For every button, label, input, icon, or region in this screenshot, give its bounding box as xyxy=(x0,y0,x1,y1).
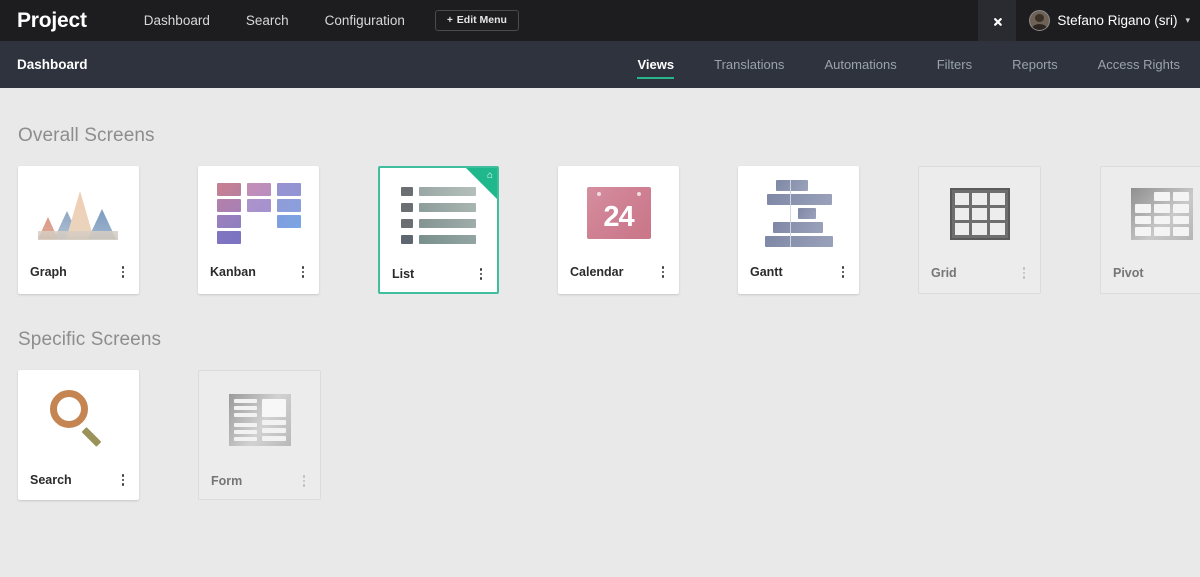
view-card-gantt[interactable]: Gantt xyxy=(738,166,859,294)
edit-menu-label: Edit Menu xyxy=(456,14,507,27)
tab-reports[interactable]: Reports xyxy=(992,41,1078,88)
card-menu-button[interactable] xyxy=(836,263,850,281)
card-footer: Pivot xyxy=(1101,255,1200,291)
card-footer: Grid xyxy=(919,255,1040,291)
grid-icon xyxy=(949,188,1010,240)
sub-navigation-bar: Dashboard Views Translations Automations… xyxy=(0,41,1200,88)
section-title-specific: Specific Screens xyxy=(18,329,162,350)
tab-views[interactable]: Views xyxy=(617,41,694,88)
dashboard-content: Overall Screens Graph Kanban ⌂ List 24 C… xyxy=(0,88,1200,500)
chevron-down-icon: ▾ xyxy=(1185,15,1190,25)
view-card-grid[interactable]: Grid xyxy=(918,166,1041,294)
card-footer: Graph xyxy=(18,254,139,290)
user-name: Stefano Rigano (sri) xyxy=(1057,13,1178,28)
avatar xyxy=(1029,10,1051,31)
card-thumbnail xyxy=(738,166,859,254)
tab-automations[interactable]: Automations xyxy=(804,41,916,88)
specific-screens-card-row: Search Form xyxy=(18,370,1200,500)
overall-screens-card-row: Graph Kanban ⌂ List 24 Calendar Gantt Gr… xyxy=(18,166,1200,294)
tools-icon[interactable] xyxy=(978,0,1017,41)
view-card-calendar[interactable]: 24 Calendar xyxy=(558,166,679,294)
card-thumbnail xyxy=(199,371,320,463)
gantt-icon xyxy=(764,179,834,247)
card-footer: Form xyxy=(199,463,320,499)
card-label: Kanban xyxy=(210,265,256,279)
plus-icon: + xyxy=(446,14,453,26)
list-icon xyxy=(401,186,476,244)
card-label: Pivot xyxy=(1113,266,1144,280)
card-thumbnail: 24 xyxy=(558,166,679,254)
card-footer: Gantt xyxy=(738,254,859,290)
app-brand: Project xyxy=(17,9,87,32)
nav-item-dashboard[interactable]: Dashboard xyxy=(126,0,228,41)
top-bar-right: Stefano Rigano (sri) ▾ xyxy=(978,0,1200,41)
pivot-icon xyxy=(1130,188,1193,240)
view-tabs: Views Translations Automations Filters R… xyxy=(617,41,1200,88)
kanban-icon xyxy=(216,182,301,244)
card-menu-button[interactable] xyxy=(656,263,670,281)
card-thumbnail xyxy=(18,166,139,254)
card-menu-button[interactable] xyxy=(474,265,488,283)
card-menu-button[interactable] xyxy=(116,471,130,489)
card-label: Calendar xyxy=(570,265,624,279)
card-footer: Search xyxy=(18,462,139,498)
card-label: Search xyxy=(30,473,72,487)
card-label: Gantt xyxy=(750,265,783,279)
view-card-kanban[interactable]: Kanban xyxy=(198,166,319,294)
nav-item-configuration[interactable]: Configuration xyxy=(307,0,423,41)
card-menu-button[interactable] xyxy=(116,263,130,281)
graph-icon xyxy=(36,183,122,243)
search-icon xyxy=(48,388,110,450)
home-icon: ⌂ xyxy=(486,170,493,181)
edit-menu-button[interactable]: + Edit Menu xyxy=(434,10,519,31)
view-card-pivot[interactable]: Pivot xyxy=(1100,166,1200,294)
card-thumbnail xyxy=(919,167,1040,255)
tab-translations[interactable]: Translations xyxy=(694,41,804,88)
card-menu-button[interactable] xyxy=(296,263,310,281)
calendar-icon: 24 xyxy=(586,187,651,239)
card-footer: Kanban xyxy=(198,254,319,290)
card-thumbnail xyxy=(18,370,139,462)
card-menu-button[interactable] xyxy=(297,472,311,490)
page-title: Dashboard xyxy=(17,57,88,72)
card-menu-button[interactable] xyxy=(1017,264,1031,282)
tab-filters[interactable]: Filters xyxy=(917,41,992,88)
card-label: Grid xyxy=(931,266,957,280)
card-thumbnail xyxy=(198,166,319,254)
user-menu[interactable]: Stefano Rigano (sri) ▾ xyxy=(1016,0,1200,41)
view-card-search[interactable]: Search xyxy=(18,370,139,500)
section-title-overall: Overall Screens xyxy=(18,125,155,146)
card-thumbnail xyxy=(1101,167,1200,255)
nav-item-search[interactable]: Search xyxy=(228,0,307,41)
tab-access-rights[interactable]: Access Rights xyxy=(1078,41,1200,88)
card-footer: Calendar xyxy=(558,254,679,290)
top-navigation-bar: Project Dashboard Search Configuration +… xyxy=(0,0,1200,41)
card-label: Form xyxy=(211,474,243,488)
calendar-day: 24 xyxy=(603,200,634,233)
view-card-list[interactable]: ⌂ List xyxy=(378,166,499,294)
primary-nav: Dashboard Search Configuration + Edit Me… xyxy=(126,0,519,41)
card-label: List xyxy=(392,267,415,281)
card-label: Graph xyxy=(30,265,67,279)
card-footer: List xyxy=(380,256,497,292)
form-icon xyxy=(228,394,291,446)
view-card-form[interactable]: Form xyxy=(198,370,321,500)
view-card-graph[interactable]: Graph xyxy=(18,166,139,294)
